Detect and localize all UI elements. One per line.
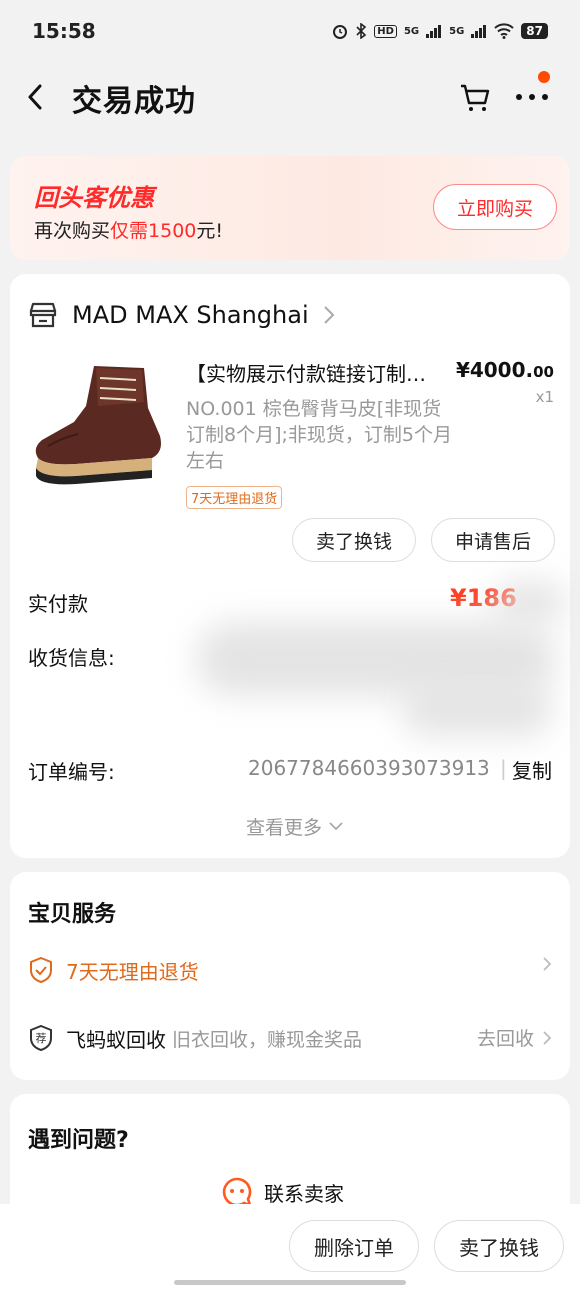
contact-seller-label: 联系卖家: [264, 1181, 344, 1206]
recycle-name: 飞蚂蚁回收: [66, 1027, 166, 1052]
home-indicator[interactable]: [174, 1280, 406, 1285]
copy-button[interactable]: 复制: [508, 754, 556, 784]
order-card: MAD MAX Shanghai 【实物展示付款链接订制… ¥4000.00 x…: [10, 274, 570, 858]
cart-button[interactable]: [458, 80, 492, 114]
product-title[interactable]: 【实物展示付款链接订制…: [186, 358, 444, 387]
promo-subtitle: 再次购买仅需1500元!: [34, 216, 223, 243]
status-bar: 15:58 HD 5G 5G 87: [0, 0, 580, 62]
page-title: 交易成功: [72, 84, 196, 119]
shipping-info-blur-2: [402, 684, 552, 736]
signal-bars-icon-2: [471, 25, 487, 38]
help-title: 遇到问题?: [28, 1128, 129, 1153]
buy-now-button[interactable]: 立即购买: [433, 184, 557, 230]
delete-order-button[interactable]: 删除订单: [289, 1220, 419, 1272]
return-policy-arrow: [542, 956, 552, 972]
recycle-action-label: 去回收: [476, 1028, 534, 1050]
more-button[interactable]: [512, 80, 552, 114]
see-more-button[interactable]: 查看更多: [230, 810, 360, 842]
shop-row[interactable]: MAD MAX Shanghai: [28, 294, 335, 336]
wifi-icon: [494, 23, 514, 39]
product-spec: NO.001 棕色臀背马皮[非现货订制8个月];非现货，订制5个月左右: [186, 398, 452, 472]
promo-sub-suffix: 元!: [196, 220, 223, 242]
separator: |: [500, 756, 507, 780]
recycle-action[interactable]: 去回收: [477, 1024, 552, 1051]
alarm-icon: [333, 25, 348, 39]
return-policy-label: 7天无理由退货: [66, 959, 199, 984]
shop-name: MAD MAX Shanghai: [72, 301, 309, 329]
recycle-row[interactable]: 荐 飞蚂蚁回收 旧衣回收，赚现金奖品 去回收: [28, 1018, 552, 1058]
promo-sub-prefix: 再次购买: [34, 220, 111, 242]
bottom-action-bar: 删除订单 卖了换钱: [0, 1204, 580, 1289]
signal-5g-icon-2: 5G: [449, 25, 465, 37]
nav-bar: 交易成功: [0, 62, 580, 132]
chevron-left-icon: [28, 84, 42, 110]
signal-bars-icon: [426, 25, 442, 38]
chevron-right-icon: [543, 957, 552, 971]
order-number-label: 订单编号:: [28, 760, 115, 784]
signal-5g-icon: 5G: [403, 25, 420, 37]
status-time: 15:58: [32, 19, 96, 43]
see-more-label: 查看更多: [245, 816, 322, 839]
back-button[interactable]: [20, 82, 50, 112]
cart-icon: [461, 84, 490, 111]
status-icons: HD 5G 5G 87: [332, 23, 548, 39]
recycle-description: 旧衣回收，赚现金奖品: [172, 1028, 363, 1051]
product-price-decimal: 00: [533, 363, 554, 381]
bluetooth-icon: [356, 23, 367, 39]
services-card: 宝贝服务 7天无理由退货 荐 飞蚂蚁回收 旧衣回收，赚现金奖品 去回收: [10, 872, 570, 1080]
promo-title: 回头客优惠: [34, 184, 154, 212]
product-price-main: ¥4000.: [455, 358, 534, 382]
after-sale-button[interactable]: 申请售后: [431, 518, 555, 562]
services-title: 宝贝服务: [28, 902, 117, 927]
chevron-right-icon: [323, 306, 335, 324]
notification-dot: [538, 71, 550, 83]
shield-check-icon: [30, 956, 52, 984]
svg-text:荐: 荐: [36, 1032, 47, 1045]
chevron-down-icon: [329, 822, 343, 831]
recommend-badge-icon: 荐: [30, 1024, 52, 1052]
return-policy-row[interactable]: 7天无理由退货: [28, 950, 552, 990]
sell-button[interactable]: 卖了换钱: [292, 518, 416, 562]
product-quantity: x1: [535, 388, 554, 406]
bottom-sell-button[interactable]: 卖了换钱: [434, 1220, 564, 1272]
redaction-blur: [494, 582, 566, 622]
battery-icon: 87: [521, 23, 548, 39]
store-icon: [29, 302, 57, 328]
more-dots-icon: [516, 94, 548, 100]
returning-customer-promo: 回头客优惠 再次购买仅需1500元! 立即购买: [10, 156, 570, 260]
order-number: 2067784660393073913: [248, 756, 490, 780]
product-price: ¥4000.00: [456, 358, 554, 382]
paid-label: 实付款: [28, 592, 88, 616]
shipping-label: 收货信息:: [28, 646, 115, 670]
promo-sub-highlight: 仅需1500: [110, 220, 197, 242]
product-image[interactable]: [28, 354, 176, 492]
return-policy-tag: 7天无理由退货: [186, 486, 283, 509]
chevron-right-icon: [543, 1030, 552, 1045]
hd-icon: HD: [374, 24, 397, 38]
